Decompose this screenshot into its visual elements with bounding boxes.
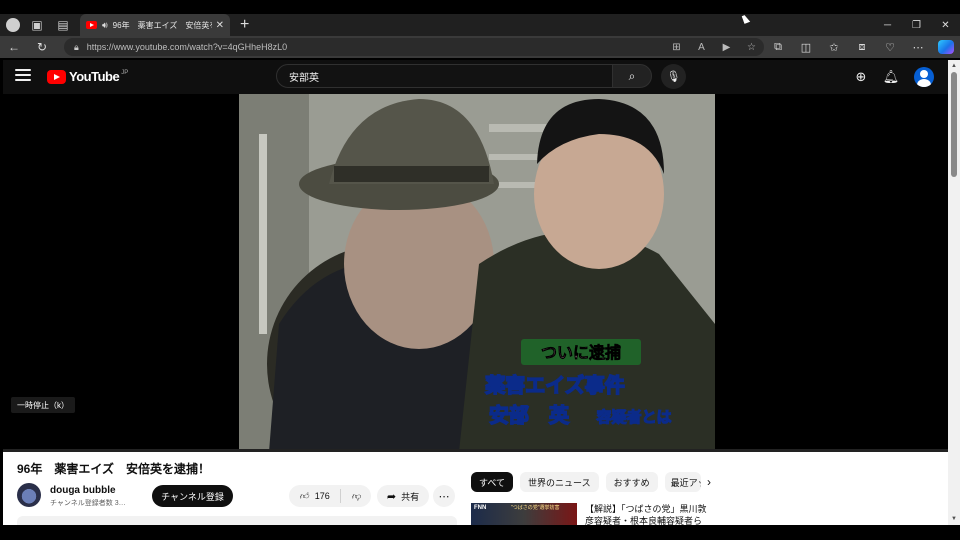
thumbnail-tag: FNN xyxy=(474,505,487,511)
close-window-button[interactable]: ✕ xyxy=(931,14,960,36)
scrollbar-thumb[interactable] xyxy=(951,72,957,177)
subscribe-button[interactable]: チャンネル登録 xyxy=(152,485,233,507)
media-control-icon[interactable]: ▶ xyxy=(714,36,739,58)
video-player[interactable]: ついに逮捕 薬害エイズ事件 安部 英 容疑者とは 一時停止（k） xyxy=(3,94,948,452)
more-dots-icon: ⋯ xyxy=(438,490,450,503)
read-aloud-icon[interactable]: A xyxy=(689,36,714,58)
microphone-icon: 🎙︎ xyxy=(666,71,681,83)
youtube-wordmark: YouTube xyxy=(69,69,120,84)
thumbs-down-icon: 👎︎ xyxy=(351,490,361,501)
search-input[interactable]: 安部英 xyxy=(276,64,613,88)
new-tab-button[interactable]: + xyxy=(240,16,249,34)
workspaces-icon[interactable]: ▣ xyxy=(24,14,50,36)
scroll-down-icon[interactable]: ▼ xyxy=(951,516,957,522)
back-button[interactable]: ← xyxy=(0,36,28,58)
tab-close-icon[interactable]: ✕ xyxy=(216,20,224,31)
restore-button[interactable]: ❐ xyxy=(902,14,931,36)
profile-icon[interactable] xyxy=(6,18,20,32)
refresh-button[interactable]: ↻ xyxy=(28,36,56,58)
chip-all[interactable]: すべて xyxy=(471,472,514,492)
recommendation-title[interactable]: 【解説】「つばさの党」黒川敦彦容疑者・根本良輔容疑者ら xyxy=(585,503,713,525)
favorite-star-icon[interactable]: ☆ xyxy=(739,36,764,58)
like-button[interactable]: 👍︎ 176 xyxy=(289,489,341,503)
channel-avatar[interactable] xyxy=(17,483,41,507)
lock-icon[interactable]: 🔒︎ xyxy=(74,42,79,53)
collections-icon[interactable]: ⧈ xyxy=(848,36,876,58)
minimize-button[interactable]: ─ xyxy=(873,14,902,36)
more-menu-icon[interactable]: ⋯ xyxy=(904,36,932,58)
region-code: JP xyxy=(121,69,129,76)
notifications-bell-icon[interactable]: 🔔︎ xyxy=(876,69,906,85)
browser-essentials-icon[interactable]: ♡ xyxy=(876,36,904,58)
page-scrollbar[interactable]: ▲ ▼ xyxy=(948,60,960,525)
like-count: 176 xyxy=(314,491,330,501)
share-label: 共有 xyxy=(401,491,420,502)
youtube-favicon-icon xyxy=(86,21,97,29)
chips-next-chevron-icon[interactable]: › xyxy=(700,472,718,492)
chip-world-news[interactable]: 世界のニュース xyxy=(520,472,599,492)
header-actions: ⊕ 🔔︎ xyxy=(846,64,934,89)
browser-tab-bar: ▣ ▤ 🔊︎ 96年 薬害エイズ 安倍英を ✕ + ─ ❐ ✕ xyxy=(0,14,960,36)
youtube-play-icon xyxy=(47,69,66,84)
share-button[interactable]: ➦ 共有 xyxy=(377,485,429,507)
youtube-logo[interactable]: YouTube JP xyxy=(47,69,128,84)
more-actions-button[interactable]: ⋯ xyxy=(433,485,455,507)
recommendation-thumbnail[interactable]: FNN "つばさの党"選挙妨害 xyxy=(471,503,577,525)
overlay-name-text: 安部 英 xyxy=(489,403,570,427)
app-available-icon[interactable]: ⊞ xyxy=(664,36,689,58)
overlay-suspect-text: 容疑者とは xyxy=(595,408,671,426)
screen: ▣ ▤ 🔊︎ 96年 薬害エイズ 安倍英を ✕ + ─ ❐ ✕ ← ↻ 🔒︎ h… xyxy=(0,0,960,540)
search-button[interactable]: ⌕ xyxy=(612,64,652,88)
video-still: ついに逮捕 薬害エイズ事件 安部 英 容疑者とは xyxy=(239,94,715,452)
copilot-button[interactable] xyxy=(932,36,960,58)
overlay-arrest-text: ついに逮捕 xyxy=(541,343,621,362)
thumbnail-caption: "つばさの党"選挙妨害 xyxy=(511,505,560,511)
url-field[interactable]: 🔒︎ https://www.youtube.com/watch?v=4qGHh… xyxy=(64,38,764,56)
address-bar-row: ← ↻ 🔒︎ https://www.youtube.com/watch?v=4… xyxy=(0,36,960,58)
dislike-button[interactable]: 👎︎ xyxy=(341,491,371,502)
related-chips: すべて 世界のニュース おすすめ 最近アップロードされた動画 xyxy=(471,472,708,492)
share-arrow-icon: ➦ xyxy=(386,490,397,503)
url-text: https://www.youtube.com/watch?v=4qGHheH8… xyxy=(86,42,288,52)
scroll-up-icon[interactable]: ▲ xyxy=(951,63,957,69)
create-video-icon[interactable]: ⊕ xyxy=(846,69,876,85)
speaker-icon[interactable]: 🔊︎ xyxy=(102,20,108,31)
extensions-icon[interactable]: ⧉ xyxy=(764,36,792,58)
video-frame[interactable]: ついに逮捕 薬害エイズ事件 安部 英 容疑者とは xyxy=(239,94,715,452)
youtube-header: YouTube JP 安部英 ⌕ 🎙︎ ⊕ 🔔︎ xyxy=(3,60,948,94)
split-screen-icon[interactable]: ◫ xyxy=(792,36,820,58)
account-avatar[interactable] xyxy=(914,66,934,87)
copilot-icon xyxy=(938,40,954,54)
overlay-case-text: 薬害エイズ事件 xyxy=(485,373,624,397)
favorites-icon[interactable]: ✩ xyxy=(820,36,848,58)
channel-name[interactable]: douga bubble xyxy=(50,485,116,496)
watch-metadata: 96年 薬害エイズ 安倍英を逮捕！ douga bubble チャンネル登録者数… xyxy=(3,452,948,525)
chip-recently-uploaded[interactable]: 最近アップロードされた動画 xyxy=(664,472,701,492)
video-title: 96年 薬害エイズ 安倍英を逮捕！ xyxy=(17,462,210,476)
pause-tooltip: 一時停止（k） xyxy=(11,397,75,413)
tab-title: 96年 薬害エイズ 安倍英を xyxy=(112,20,212,30)
thumbs-up-icon: 👍︎ xyxy=(299,490,309,501)
voice-search-button[interactable]: 🎙︎ xyxy=(661,64,686,89)
tab-actions-icon[interactable]: ▤ xyxy=(50,14,76,36)
chip-recommended[interactable]: おすすめ xyxy=(605,472,658,492)
like-dislike-group: 👍︎ 176 👎︎ xyxy=(289,485,371,507)
window-controls: ─ ❐ ✕ xyxy=(873,14,960,36)
search-icon: ⌕ xyxy=(628,68,636,83)
youtube-page: YouTube JP 安部英 ⌕ 🎙︎ ⊕ 🔔︎ ついに逮捕 薬害エイズ事件 安… xyxy=(3,60,948,525)
hamburger-menu-icon[interactable] xyxy=(15,69,31,83)
tab-youtube[interactable]: 🔊︎ 96年 薬害エイズ 安倍英を ✕ xyxy=(80,14,230,36)
description-box[interactable] xyxy=(17,516,457,525)
channel-subscriber-count: チャンネル登録者数 3… xyxy=(50,500,126,507)
url-actions: ⊞ A ▶ ☆ xyxy=(664,36,764,58)
browser-toolbar: ⧉ ◫ ✩ ⧈ ♡ ⋯ xyxy=(764,36,960,58)
